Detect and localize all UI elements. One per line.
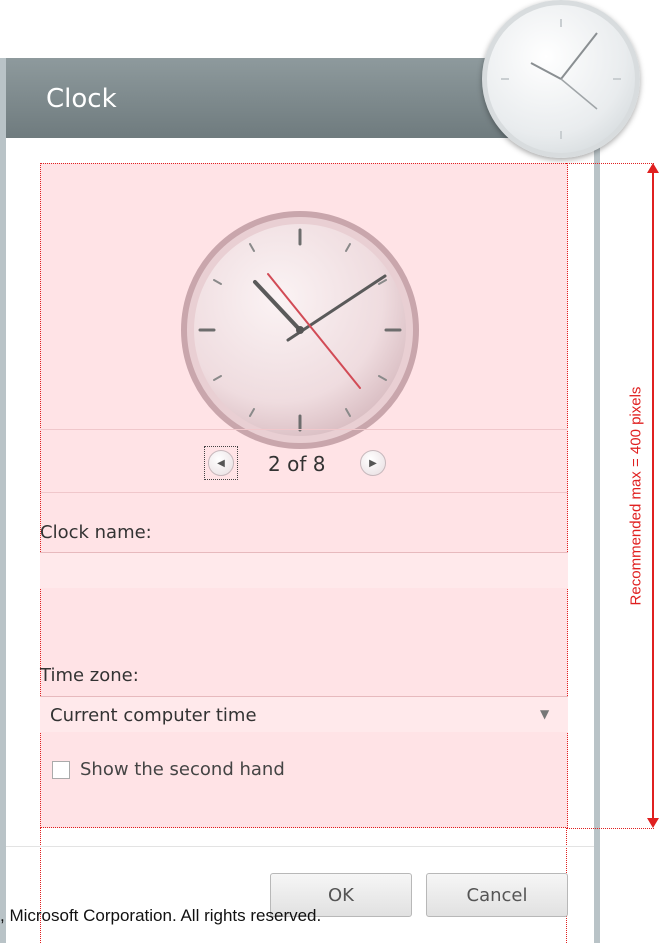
guide-line (566, 163, 654, 164)
page-indicator: 2 of 8 (268, 452, 326, 476)
guide-line (566, 828, 654, 829)
clock-gadget-icon (482, 0, 640, 158)
left-arrow-icon: ◀ (217, 457, 225, 469)
previous-button[interactable]: ◀ (208, 450, 234, 476)
separator (40, 429, 568, 430)
time-zone-value: Current computer time (50, 705, 257, 726)
clock-name-input[interactable] (40, 552, 568, 588)
separator (40, 492, 568, 493)
footer-separator (6, 846, 594, 847)
arrow-down-icon (647, 818, 659, 828)
copyright-notice: , Microsoft Corporation. All rights rese… (0, 906, 322, 925)
time-zone-label: Time zone: (40, 665, 139, 686)
dropdown-arrow-icon[interactable]: ▼ (540, 707, 549, 721)
second-hand-checkbox[interactable] (52, 761, 70, 779)
window-title: Clock (46, 84, 117, 114)
right-arrow-icon: ▶ (369, 457, 377, 469)
cancel-button[interactable]: Cancel (426, 873, 568, 917)
arrow-up-icon (647, 163, 659, 173)
clock-preview (181, 211, 419, 449)
clock-name-label: Clock name: (40, 522, 152, 543)
measure-line (652, 165, 654, 826)
recommended-max-label: Recommended max = 400 pixels (627, 386, 645, 606)
second-hand-label[interactable]: Show the second hand (80, 759, 285, 780)
next-button[interactable]: ▶ (360, 450, 386, 476)
